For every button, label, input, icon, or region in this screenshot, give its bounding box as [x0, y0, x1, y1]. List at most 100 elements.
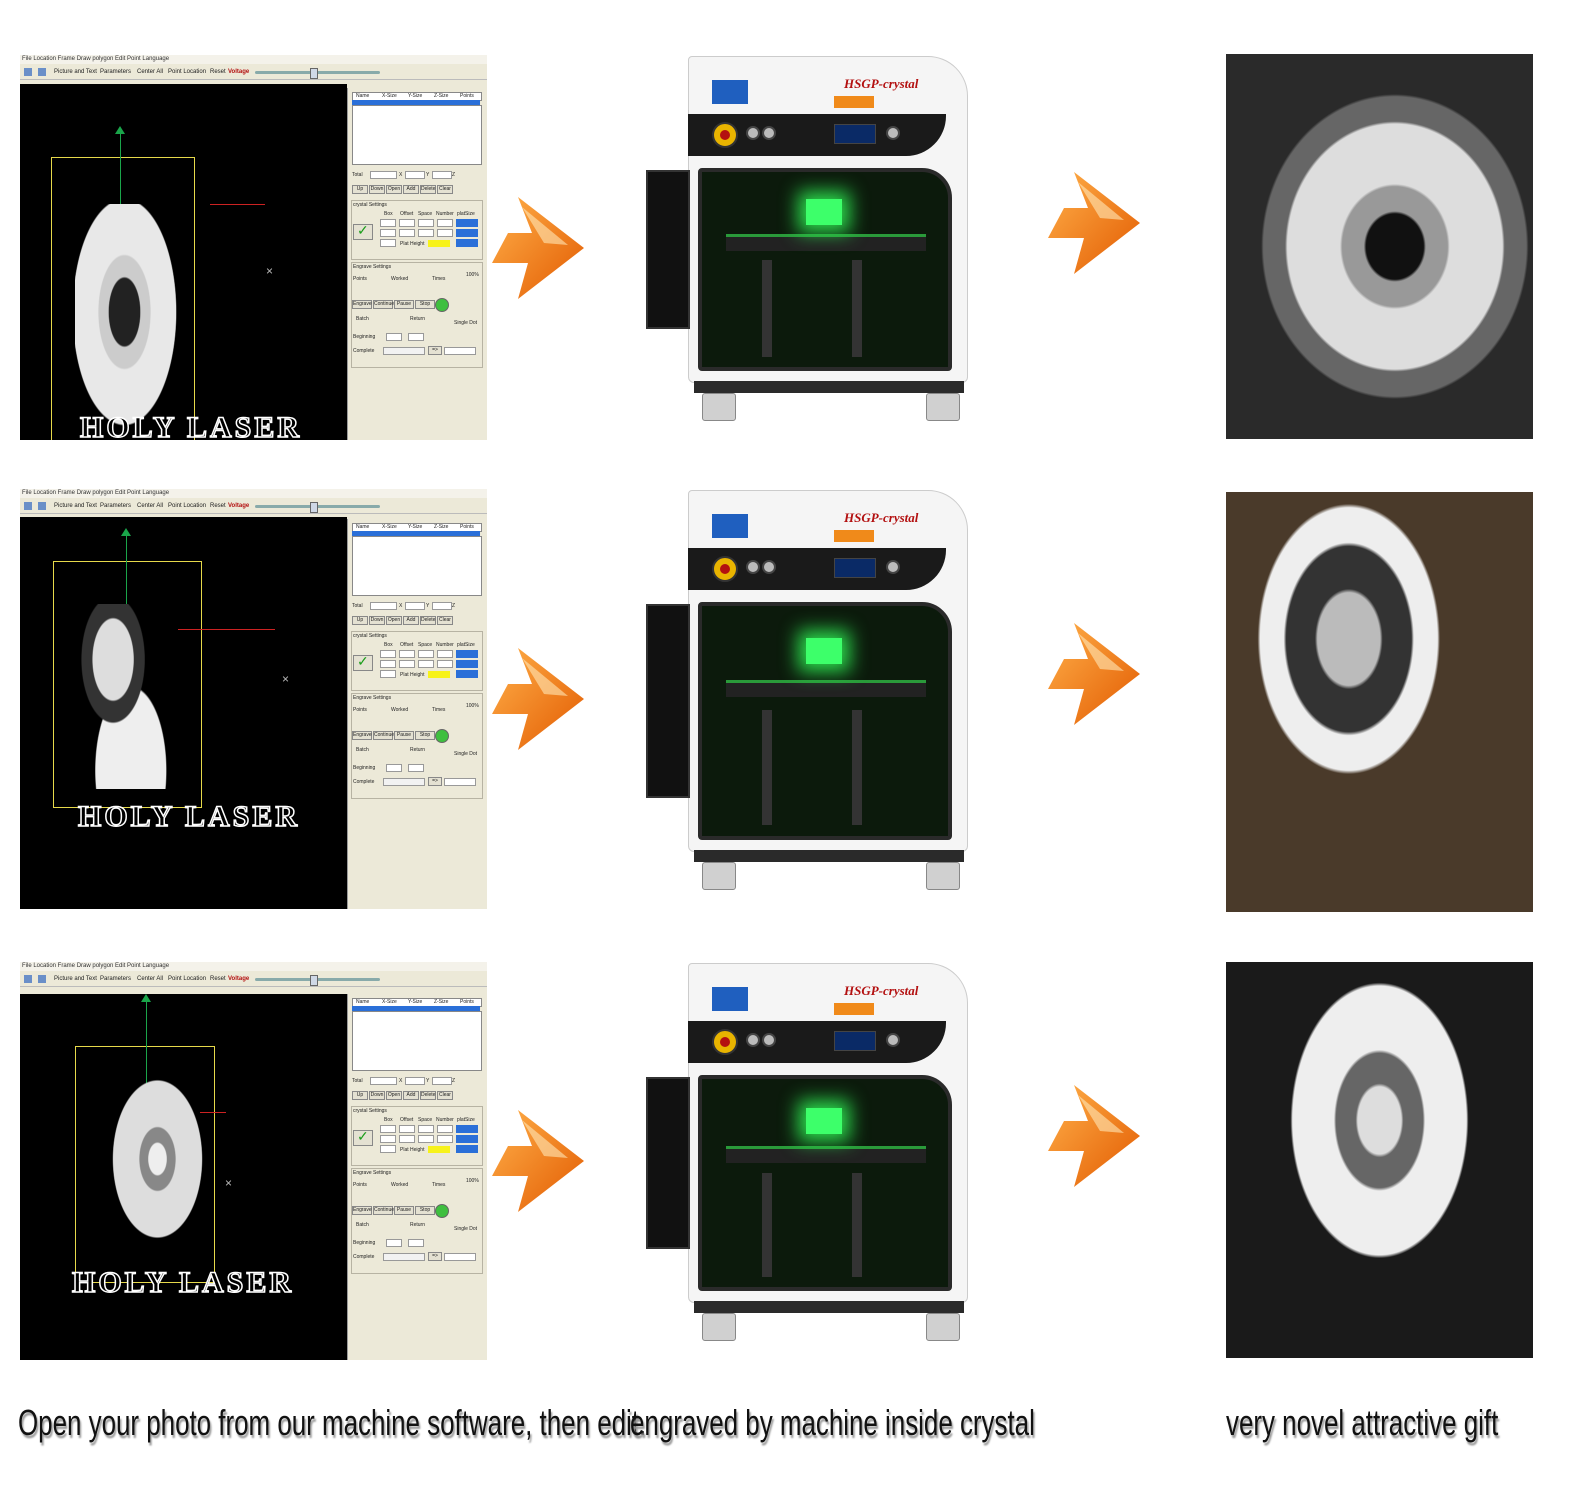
go-button[interactable]: =>	[428, 777, 442, 786]
space-y-field[interactable]	[418, 660, 434, 668]
power-key-button[interactable]	[746, 560, 760, 574]
center-all-button[interactable]: Center All	[137, 975, 163, 983]
plat-size-z-field[interactable]	[456, 239, 478, 247]
number-y-field[interactable]	[437, 660, 453, 668]
offset-x-field[interactable]	[399, 1125, 415, 1133]
table-column-header[interactable]: Name	[356, 999, 369, 1006]
offset-x-field[interactable]	[399, 219, 415, 227]
total-y-field[interactable]	[405, 171, 425, 179]
complete-value-field[interactable]	[444, 778, 476, 786]
list-clear-button[interactable]: Clear	[437, 1091, 453, 1100]
table-column-header[interactable]: Z-Size	[434, 93, 448, 100]
list-add-button[interactable]: Add	[403, 616, 419, 625]
list-down-button[interactable]: Down	[369, 1091, 385, 1100]
single-dot-button[interactable]: Single Dot	[454, 751, 477, 757]
space-x-field[interactable]	[418, 219, 434, 227]
control-knob[interactable]	[886, 560, 900, 574]
space-y-field[interactable]	[418, 1135, 434, 1143]
return-checkbox[interactable]: Return	[410, 747, 425, 753]
plat-size-z-field[interactable]	[456, 670, 478, 678]
list-down-button[interactable]: Down	[369, 185, 385, 194]
save-icon[interactable]	[38, 68, 46, 76]
center-all-button[interactable]: Center All	[137, 68, 163, 76]
list-clear-button[interactable]: Clear	[437, 616, 453, 625]
go-button[interactable]: =>	[428, 346, 442, 355]
apply-check-button[interactable]	[353, 653, 373, 671]
center-all-button[interactable]: Center All	[137, 502, 163, 510]
return-checkbox[interactable]: Return	[410, 1222, 425, 1228]
plat-height-field[interactable]	[428, 671, 450, 678]
offset-y-field[interactable]	[399, 1135, 415, 1143]
space-x-field[interactable]	[418, 1125, 434, 1133]
laser-key-button[interactable]	[762, 126, 776, 140]
list-clear-button[interactable]: Clear	[437, 185, 453, 194]
open-icon[interactable]	[24, 502, 32, 510]
beginning-checkbox[interactable]: Beginning	[353, 1240, 375, 1246]
plat-size-x-field[interactable]	[456, 1125, 478, 1133]
list-open-button[interactable]: Open	[386, 1091, 402, 1100]
point-location-button[interactable]: Point Location	[168, 975, 206, 983]
box-x-field[interactable]	[380, 650, 396, 658]
list-add-button[interactable]: Add	[403, 1091, 419, 1100]
parameters-button[interactable]: Parameters	[100, 502, 131, 510]
reset-button[interactable]: Reset	[210, 68, 226, 76]
parameters-button[interactable]: Parameters	[100, 975, 131, 983]
number-x-field[interactable]	[437, 1125, 453, 1133]
beginning-start-field[interactable]	[386, 764, 402, 772]
plat-size-y-field[interactable]	[456, 660, 478, 668]
beginning-end-field[interactable]	[408, 764, 424, 772]
engrave-button[interactable]: Engrave	[352, 1206, 372, 1215]
power-key-button[interactable]	[746, 126, 760, 140]
table-column-header[interactable]: X-Size	[382, 999, 397, 1006]
picture-and-text-button[interactable]: Picture and Text	[54, 975, 97, 983]
stop-button[interactable]: Stop	[415, 1206, 435, 1215]
preview-canvas[interactable]: × HOLY LASER	[20, 994, 347, 1360]
number-x-field[interactable]	[437, 650, 453, 658]
list-delete-button[interactable]: Delete	[420, 185, 436, 194]
plat-height-field[interactable]	[428, 1146, 450, 1153]
software-menubar[interactable]: File Location Frame Draw polygon Edit Po…	[20, 55, 487, 64]
software-menubar[interactable]: File Location Frame Draw polygon Edit Po…	[20, 489, 487, 498]
number-y-field[interactable]	[437, 1135, 453, 1143]
open-icon[interactable]	[24, 68, 32, 76]
emergency-stop-button[interactable]	[712, 1029, 738, 1055]
total-y-field[interactable]	[405, 1077, 425, 1085]
preview-canvas[interactable]: × HOLY LASER	[20, 517, 347, 909]
stop-button[interactable]: Stop	[415, 300, 435, 309]
continue-button[interactable]: Continue	[373, 1206, 394, 1215]
point-location-button[interactable]: Point Location	[168, 502, 206, 510]
power-key-button[interactable]	[746, 1033, 760, 1047]
table-column-header[interactable]: Y-Size	[408, 93, 422, 100]
offset-y-field[interactable]	[399, 229, 415, 237]
box-y-field[interactable]	[380, 660, 396, 668]
table-column-header[interactable]: Y-Size	[408, 999, 422, 1006]
voltage-slider-thumb[interactable]	[310, 975, 318, 986]
laser-key-button[interactable]	[762, 1033, 776, 1047]
complete-value-field[interactable]	[444, 1253, 476, 1261]
total-x-field[interactable]	[370, 171, 397, 179]
point-location-button[interactable]: Point Location	[168, 68, 206, 76]
complete-value-field[interactable]	[444, 347, 476, 355]
box-z-field[interactable]	[380, 239, 396, 247]
control-knob[interactable]	[886, 126, 900, 140]
reset-button[interactable]: Reset	[210, 502, 226, 510]
plat-size-x-field[interactable]	[456, 219, 478, 227]
go-button[interactable]: =>	[428, 1252, 442, 1261]
box-z-field[interactable]	[380, 1145, 396, 1153]
box-z-field[interactable]	[380, 670, 396, 678]
total-x-field[interactable]	[370, 1077, 397, 1085]
table-column-header[interactable]: Points	[460, 93, 474, 100]
plat-size-x-field[interactable]	[456, 650, 478, 658]
total-y-field[interactable]	[405, 602, 425, 610]
list-up-button[interactable]: Up	[352, 616, 368, 625]
beginning-checkbox[interactable]: Beginning	[353, 334, 375, 340]
list-add-button[interactable]: Add	[403, 185, 419, 194]
batch-radio[interactable]: Batch	[356, 747, 369, 753]
list-open-button[interactable]: Open	[386, 616, 402, 625]
table-column-header[interactable]: Name	[356, 93, 369, 100]
total-z-field[interactable]	[432, 171, 452, 179]
box-y-field[interactable]	[380, 229, 396, 237]
return-checkbox[interactable]: Return	[410, 316, 425, 322]
list-up-button[interactable]: Up	[352, 185, 368, 194]
offset-y-field[interactable]	[399, 660, 415, 668]
